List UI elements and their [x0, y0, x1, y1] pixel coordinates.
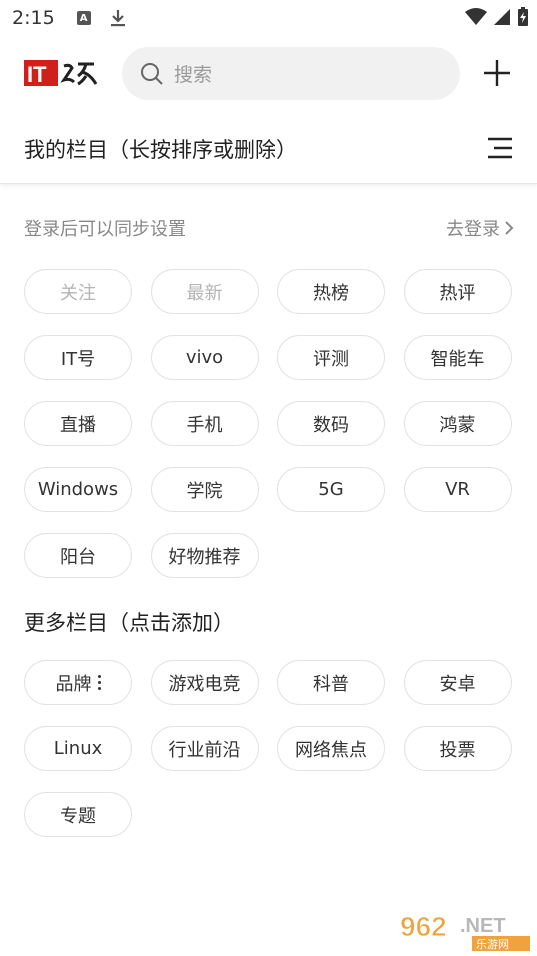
- column-chip-label: 热评: [439, 282, 476, 304]
- column-chip[interactable]: 鸿蒙: [403, 401, 512, 446]
- column-chip[interactable]: vivo: [150, 335, 259, 380]
- top-header: IT 搜索: [0, 36, 537, 112]
- column-chip[interactable]: 5G: [277, 467, 385, 512]
- watermark-logo: 962 .NET 乐游网: [398, 906, 532, 952]
- column-chip[interactable]: 热榜: [277, 269, 385, 314]
- column-chip[interactable]: 行业前沿: [150, 726, 259, 771]
- download-icon: [110, 10, 125, 27]
- column-chip[interactable]: VR: [403, 467, 512, 512]
- column-chip[interactable]: 手机: [150, 401, 259, 446]
- login-hint: 登录后可以同步设置: [24, 219, 186, 240]
- column-chip-label: 学院: [186, 480, 223, 502]
- svg-text:IT: IT: [27, 62, 47, 87]
- column-chip-label: 最新: [186, 282, 223, 304]
- login-row: 登录后可以同步设置 去登录: [24, 215, 514, 243]
- column-chip[interactable]: 科普: [277, 660, 385, 705]
- column-chip[interactable]: 投票: [403, 726, 512, 771]
- column-chip-label: 评测: [313, 348, 349, 370]
- login-link[interactable]: 去登录: [446, 215, 514, 241]
- status-time: 2:15: [12, 7, 55, 29]
- status-icons: [465, 7, 529, 27]
- search-input[interactable]: 搜索: [122, 47, 460, 100]
- column-chip[interactable]: 网络焦点: [277, 726, 385, 771]
- column-chip[interactable]: 热评: [403, 269, 512, 314]
- list-sort-icon: [488, 137, 512, 159]
- column-chip-label: IT号: [60, 348, 96, 370]
- column-chip-label: 安卓: [439, 673, 476, 695]
- column-chip-label: Linux: [53, 738, 103, 759]
- column-chip-label: 行业前沿: [168, 739, 241, 761]
- column-chip-label: 好物推荐: [168, 546, 241, 568]
- wifi-icon: [465, 8, 487, 25]
- notification-a-icon: A: [76, 11, 91, 25]
- column-chip-label: 专题: [60, 805, 96, 827]
- my-columns-header: 我的栏目（长按排序或删除）: [0, 112, 537, 184]
- column-chip-label: VR: [445, 479, 470, 500]
- column-chip-label: 关注: [60, 282, 96, 304]
- battery-charging-icon: [518, 7, 528, 26]
- column-chip-label: 手机: [186, 414, 223, 436]
- signal-icon: [494, 9, 510, 25]
- search-icon: [141, 62, 163, 85]
- svg-text:.NET: .NET: [460, 915, 506, 937]
- column-chip-label: vivo: [185, 347, 224, 368]
- login-link-label: 去登录: [446, 219, 500, 240]
- column-chip[interactable]: 游戏电竞: [150, 660, 259, 705]
- column-chip[interactable]: 安卓: [403, 660, 512, 705]
- ithome-logo[interactable]: IT: [24, 58, 98, 90]
- my-columns-title: 我的栏目（长按排序或删除）: [24, 138, 297, 162]
- column-chip[interactable]: Linux: [24, 726, 132, 771]
- column-chip-label: 网络焦点: [295, 739, 367, 761]
- column-chip[interactable]: 学院: [150, 467, 259, 512]
- column-chip[interactable]: 品牌: [24, 660, 132, 705]
- column-chip-label: 数码: [313, 414, 349, 436]
- more-columns-title: 更多栏目（点击添加）: [24, 611, 234, 635]
- column-chip[interactable]: 数码: [277, 401, 385, 446]
- column-chip-label: 鸿蒙: [439, 414, 476, 436]
- column-chip[interactable]: Windows: [24, 467, 132, 512]
- svg-text:乐游网: 乐游网: [476, 938, 509, 951]
- chevron-right-icon: [505, 221, 514, 235]
- column-chip[interactable]: IT号: [24, 335, 132, 380]
- column-chip[interactable]: 专题: [24, 792, 132, 837]
- add-button[interactable]: [482, 58, 512, 88]
- column-chip[interactable]: 阳台: [24, 533, 132, 578]
- column-chip-label: 5G: [318, 479, 344, 500]
- search-placeholder: 搜索: [174, 64, 213, 86]
- column-chip[interactable]: 智能车: [403, 335, 512, 380]
- column-chip[interactable]: 好物推荐: [150, 533, 259, 578]
- svg-text:962: 962: [400, 911, 447, 942]
- column-chip-label: 直播: [60, 414, 96, 436]
- column-chip-label: 阳台: [60, 546, 96, 568]
- column-chip-label: 游戏电竞: [168, 673, 241, 695]
- column-chip[interactable]: 最新: [150, 269, 259, 314]
- column-chip-label: 热榜: [313, 282, 349, 304]
- column-chip-label: 科普: [313, 673, 349, 695]
- column-chip-label: 品牌: [55, 673, 92, 695]
- more-vertical-icon: [97, 675, 101, 690]
- column-chip-label: Windows: [37, 479, 119, 500]
- sort-menu-button[interactable]: [486, 136, 514, 160]
- column-chip[interactable]: 评测: [277, 335, 385, 380]
- column-chip-label: 投票: [439, 739, 476, 761]
- column-chip[interactable]: 关注: [24, 269, 132, 314]
- plus-icon: [484, 60, 510, 86]
- column-chip[interactable]: 直播: [24, 401, 132, 446]
- column-chip-label: 智能车: [430, 348, 485, 370]
- status-bar: 2:15 A: [0, 0, 537, 36]
